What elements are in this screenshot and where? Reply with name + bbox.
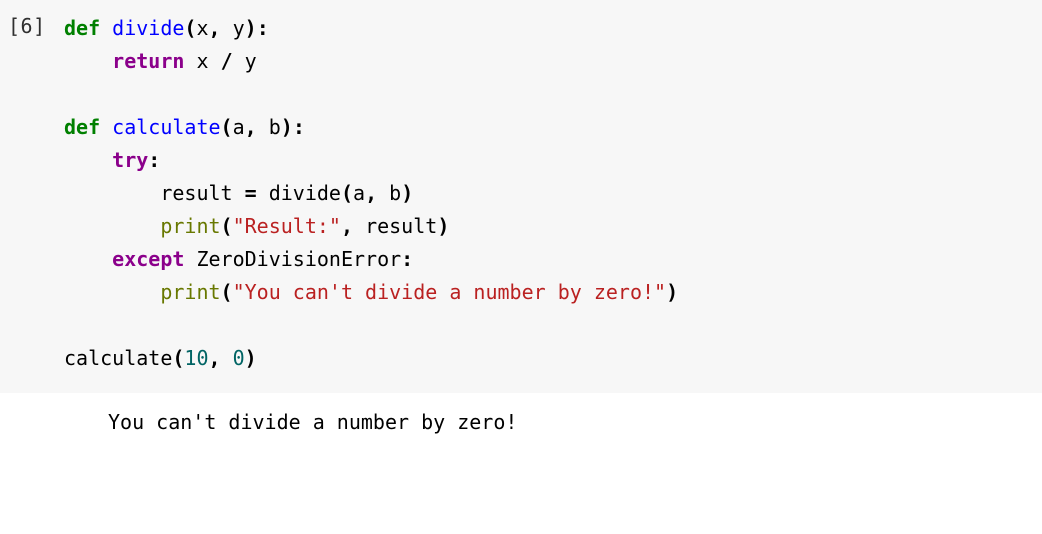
ident-y: y <box>245 49 257 73</box>
comma: , <box>365 181 377 205</box>
keyword-return: return <box>112 49 184 73</box>
input-prompt: [6] <box>0 12 64 38</box>
comma: , <box>209 346 221 370</box>
space <box>353 214 365 238</box>
notebook-cell: [6] def divide(x, y): return x / y def c… <box>0 0 1042 445</box>
colon: : <box>401 247 413 271</box>
space <box>377 181 389 205</box>
colon: : <box>293 115 305 139</box>
paren-open: ( <box>221 115 233 139</box>
paren-close: ) <box>401 181 413 205</box>
paren-open: ( <box>172 346 184 370</box>
indent <box>64 181 160 205</box>
paren-open: ( <box>221 214 233 238</box>
space <box>184 247 196 271</box>
colon: : <box>257 16 269 40</box>
paren-close: ) <box>437 214 449 238</box>
input-area: [6] def divide(x, y): return x / y def c… <box>0 0 1042 393</box>
op-divide: / <box>221 49 233 73</box>
ident-result: result <box>365 214 437 238</box>
call-calculate: calculate <box>64 346 172 370</box>
ident-x: x <box>196 49 208 73</box>
builtin-print: print <box>160 280 220 304</box>
paren-close: ) <box>245 16 257 40</box>
keyword-try: try <box>112 148 148 172</box>
keyword-def: def <box>64 115 100 139</box>
colon: : <box>148 148 160 172</box>
param-y: y <box>233 16 245 40</box>
space <box>257 181 269 205</box>
indent <box>64 247 112 271</box>
indent <box>64 214 160 238</box>
op-eq: = <box>245 181 257 205</box>
paren-open: ( <box>221 280 233 304</box>
call-divide: divide <box>269 181 341 205</box>
code-block[interactable]: def divide(x, y): return x / y def calcu… <box>64 12 1042 375</box>
keyword-except: except <box>112 247 184 271</box>
space <box>209 49 221 73</box>
space <box>221 16 233 40</box>
stdout-text: You can't divide a number by zero! <box>64 407 1042 437</box>
output-area: You can't divide a number by zero! <box>0 393 1042 445</box>
paren-open: ( <box>184 16 196 40</box>
string-zeroerr: "You can't divide a number by zero!" <box>233 280 666 304</box>
arg-b: b <box>389 181 401 205</box>
func-name-divide: divide <box>112 16 184 40</box>
exc-zerodivision: ZeroDivisionError <box>196 247 401 271</box>
indent <box>64 49 112 73</box>
arg-a: a <box>353 181 365 205</box>
string-result: "Result:" <box>233 214 341 238</box>
indent <box>64 148 112 172</box>
num-0: 0 <box>233 346 245 370</box>
space <box>184 49 196 73</box>
paren-open: ( <box>341 181 353 205</box>
keyword-def: def <box>64 16 100 40</box>
indent <box>64 280 160 304</box>
paren-close: ) <box>245 346 257 370</box>
paren-close: ) <box>666 280 678 304</box>
builtin-print: print <box>160 214 220 238</box>
param-x: x <box>196 16 208 40</box>
comma: , <box>245 115 257 139</box>
param-b: b <box>269 115 281 139</box>
comma: , <box>341 214 353 238</box>
param-a: a <box>233 115 245 139</box>
num-10: 10 <box>184 346 208 370</box>
ident-result: result <box>160 181 232 205</box>
space <box>221 346 233 370</box>
func-name-calculate: calculate <box>112 115 220 139</box>
comma: , <box>209 16 221 40</box>
space <box>257 115 269 139</box>
space <box>233 49 245 73</box>
paren-close: ) <box>281 115 293 139</box>
space <box>233 181 245 205</box>
